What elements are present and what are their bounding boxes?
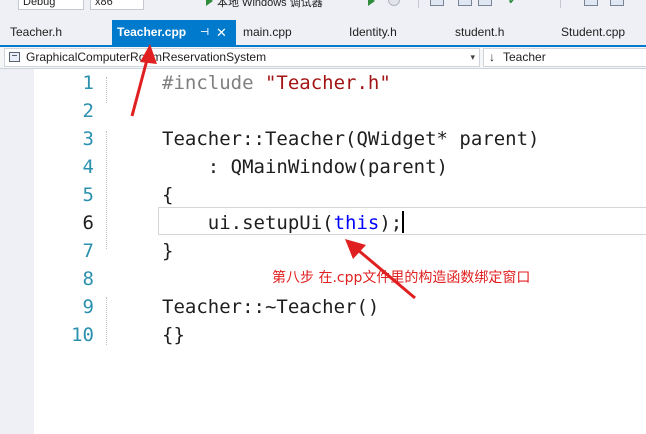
code-token: {}: [162, 324, 185, 346]
main-toolbar: Debug x86 本地 Windows 调试器 ✔: [0, 0, 646, 20]
code-token: }: [162, 240, 174, 262]
line-number: 5: [82, 184, 94, 206]
code-token: "Teacher.h": [264, 72, 391, 94]
code-token: Teacher::Teacher(QWidget* parent): [162, 128, 540, 150]
panel-icon[interactable]: [478, 0, 492, 6]
project-icon: [9, 52, 20, 62]
line-number: 9: [82, 296, 94, 318]
code-line[interactable]: Teacher::Teacher(QWidget* parent): [162, 125, 540, 153]
code-line[interactable]: {}: [162, 321, 185, 349]
start-debugging-button[interactable]: 本地 Windows 调试器: [217, 0, 323, 10]
tab-student-h[interactable]: student.h: [455, 20, 504, 45]
code-line[interactable]: Teacher::~Teacher(): [162, 293, 379, 321]
outline-guide: [106, 297, 107, 345]
code-line[interactable]: }: [162, 237, 173, 265]
chevron-down-icon: ▾: [470, 52, 475, 62]
code-editor[interactable]: 1 #include "Teacher.h"23 Teacher::Teacher(…: [0, 69, 646, 434]
text-caret: [402, 211, 405, 233]
tab-identity-h[interactable]: Identity.h: [349, 20, 397, 45]
code-token: this: [333, 212, 380, 234]
platform-select[interactable]: x86: [90, 0, 144, 10]
code-token: );: [379, 212, 403, 234]
line-number: 6: [82, 212, 94, 234]
outline-guide: [106, 131, 107, 249]
document-tabs: Teacher.h Teacher.cpp ⊣ ✕ main.cpp Ident…: [0, 20, 646, 45]
tab-teacher-cpp-label: Teacher.cpp: [117, 25, 187, 39]
line-number: 2: [82, 100, 94, 122]
record-icon[interactable]: [388, 0, 400, 6]
code-token: ui.setupUi(: [162, 212, 334, 234]
tab-student-cpp[interactable]: Student.cpp: [561, 20, 625, 45]
window-icon[interactable]: [430, 0, 444, 6]
code-line[interactable]: {: [162, 181, 173, 209]
scope-label: Teacher: [503, 50, 546, 64]
line-number: 1: [82, 72, 94, 94]
align-left-icon[interactable]: [584, 0, 598, 6]
line-number: 10: [71, 324, 94, 346]
code-token: Teacher::~Teacher(): [162, 296, 380, 318]
configuration-select[interactable]: Debug: [18, 0, 84, 10]
code-token: : QMainWindow(parent): [162, 156, 448, 178]
layout-icon[interactable]: [458, 0, 472, 6]
close-icon[interactable]: ✕: [216, 20, 227, 45]
outline-guide: [106, 77, 107, 103]
pin-icon[interactable]: ⊣: [200, 20, 209, 45]
project-label: GraphicalComputerRoomReservationSystem: [26, 50, 267, 64]
start-debugging-icon[interactable]: [206, 0, 213, 6]
scope-dropdown[interactable]: ↓ Teacher: [483, 48, 646, 67]
tab-teacher-h[interactable]: Teacher.h: [10, 20, 62, 45]
tab-main-cpp[interactable]: main.cpp: [243, 20, 292, 45]
line-number: 8: [82, 268, 94, 290]
line-number: 3: [82, 128, 94, 150]
gutter-margin[interactable]: [0, 69, 34, 434]
check-icon[interactable]: ✔: [508, 0, 517, 7]
scope-arrow-icon: ↓: [489, 50, 495, 64]
project-dropdown[interactable]: GraphicalComputerRoomReservationSystem ▾: [4, 48, 480, 67]
line-number: 4: [82, 156, 94, 178]
start-without-debugging-icon[interactable]: [368, 0, 375, 6]
code-line[interactable]: ui.setupUi(this);: [162, 209, 405, 237]
code-token: #include: [162, 72, 265, 94]
navigation-bar: GraphicalComputerRoomReservationSystem ▾…: [0, 47, 646, 69]
code-token: {: [162, 184, 174, 206]
line-number: 7: [82, 240, 94, 262]
align-right-icon[interactable]: [610, 0, 624, 6]
code-line[interactable]: #include "Teacher.h": [162, 69, 391, 97]
code-line[interactable]: : QMainWindow(parent): [162, 153, 448, 181]
tab-teacher-cpp[interactable]: Teacher.cpp ⊣ ✕: [112, 20, 236, 45]
step-annotation: 第八步 在.cpp文件里的构造函数绑定窗口: [272, 270, 531, 286]
